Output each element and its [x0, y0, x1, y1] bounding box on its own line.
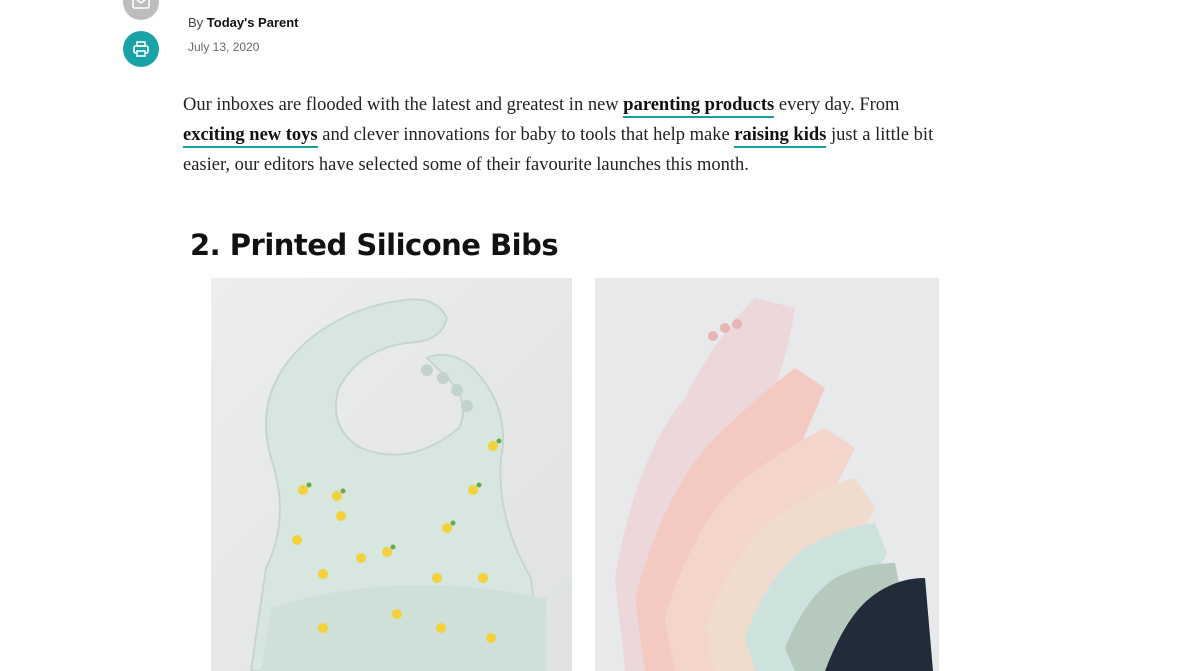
parenting-products-link[interactable]: parenting products: [623, 95, 775, 118]
mail-icon: [132, 0, 150, 9]
printer-icon: [133, 41, 149, 57]
exciting-new-toys-link[interactable]: exciting new toys: [183, 125, 318, 148]
lemon-bib-image: [211, 278, 572, 671]
raising-kids-link[interactable]: raising kids: [734, 125, 827, 148]
byline-prefix: By: [188, 15, 204, 30]
stacked-bibs-image: [595, 278, 939, 671]
author-byline: By Today's Parent: [188, 15, 299, 30]
intro-paragraph: Our inboxes are flooded with the latest …: [183, 95, 934, 175]
section-heading: 2. Printed Silicone Bibs: [190, 228, 559, 262]
publish-date: July 13, 2020: [188, 40, 260, 54]
author-name[interactable]: Today's Parent: [207, 15, 299, 30]
email-share-button[interactable]: [123, 0, 159, 20]
print-button[interactable]: [123, 31, 159, 67]
